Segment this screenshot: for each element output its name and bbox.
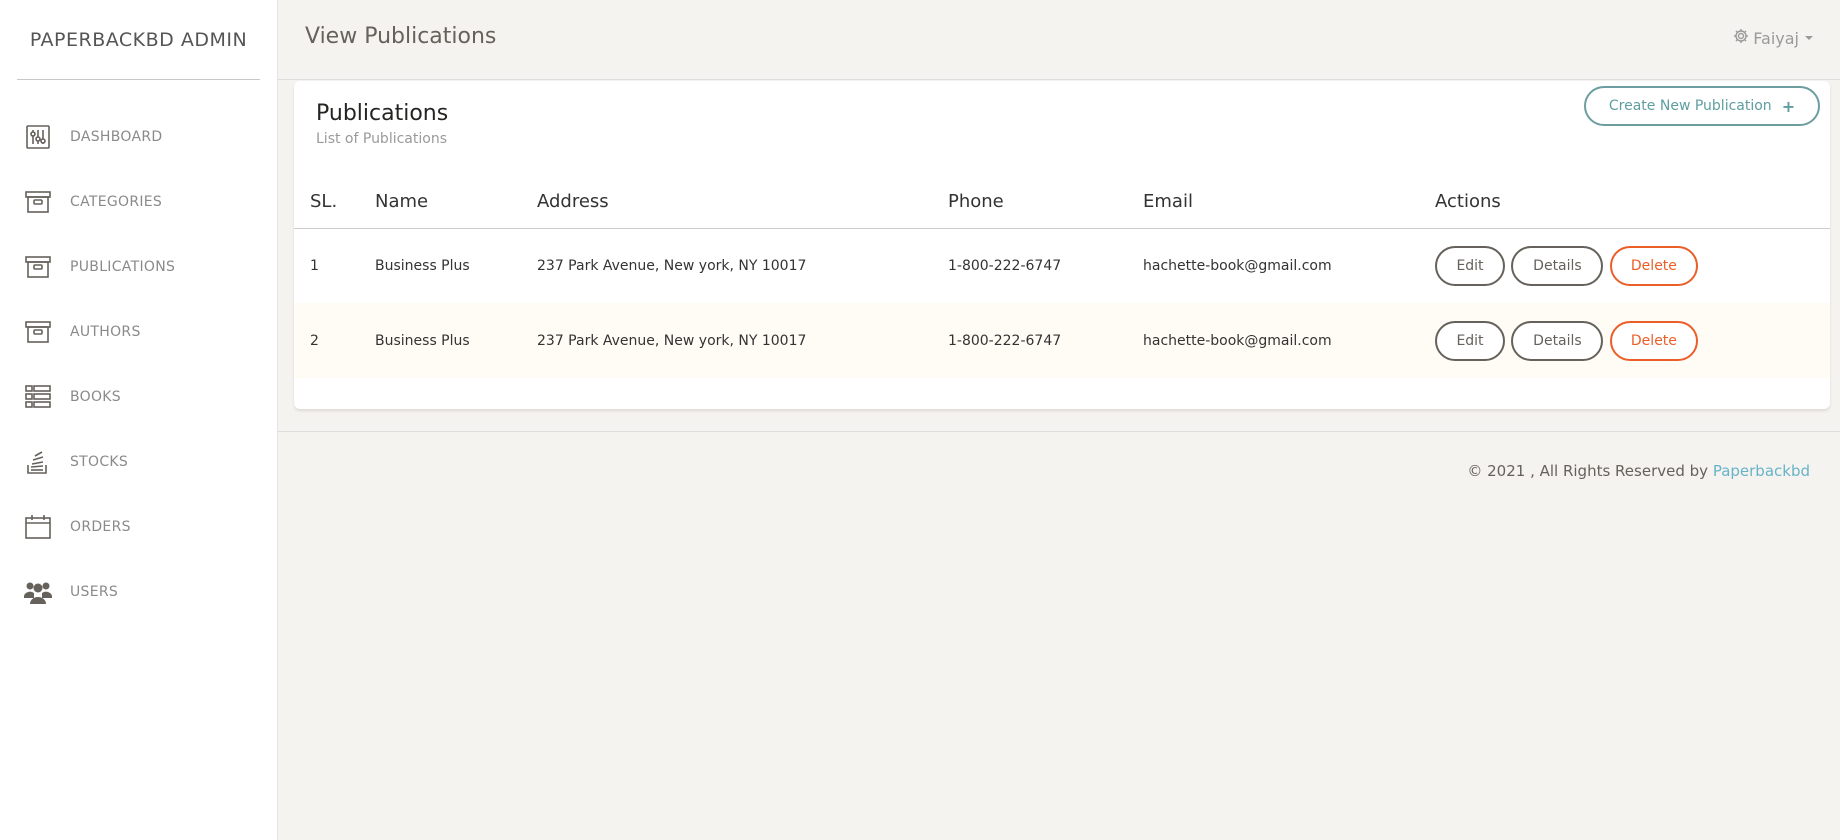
cell-actions: Edit Details Delete (1419, 228, 1830, 303)
table-header-row: SL. Name Address Phone Email Actions (294, 176, 1830, 229)
details-button[interactable]: Details (1511, 320, 1604, 361)
sidebar-item-label: ORDERS (70, 518, 131, 535)
column-header-phone: Phone (932, 176, 1127, 229)
sidebar-item-label: CATEGORIES (70, 193, 163, 210)
user-name: Faiyaj (1753, 28, 1799, 48)
cell-address: 237 Park Avenue, New york, NY 10017 (521, 303, 932, 378)
sidebar-item-dashboard[interactable]: DASHBOARD (0, 104, 277, 169)
footer: © 2021 , All Rights Reserved by Paperbac… (278, 431, 1840, 511)
sidebar-item-label: DASHBOARD (70, 128, 163, 145)
column-header-sl: SL. (294, 176, 359, 229)
footer-link[interactable]: Paperbackbd (1713, 462, 1810, 480)
gear-icon (1733, 28, 1749, 48)
edit-button[interactable]: Edit (1435, 245, 1505, 286)
cell-actions: Edit Details Delete (1419, 303, 1830, 378)
publications-card: Publications List of Publications Create… (294, 81, 1830, 409)
column-header-email: Email (1127, 176, 1419, 229)
sidebar-item-label: AUTHORS (70, 323, 141, 340)
copyright-label: © 2021 , All Rights Reserved by (1467, 462, 1709, 480)
stack-icon (24, 448, 52, 476)
sidebar-item-categories[interactable]: CATEGORIES (0, 169, 277, 234)
plus-icon: + (1781, 96, 1796, 116)
archive-icon (24, 318, 52, 346)
sidebar-item-users[interactable]: USERS (0, 559, 277, 624)
card-title: Publications (316, 101, 449, 126)
cell-email: hachette-book@gmail.com (1127, 303, 1419, 378)
publications-table: SL. Name Address Phone Email Actions 1 B… (294, 176, 1830, 378)
sidebar-item-authors[interactable]: AUTHORS (0, 299, 277, 364)
sidebar-item-label: STOCKS (70, 453, 129, 470)
table-row: 1 Business Plus 237 Park Avenue, New yor… (294, 228, 1830, 303)
delete-button[interactable]: Delete (1609, 245, 1698, 286)
edit-button[interactable]: Edit (1435, 320, 1505, 361)
column-header-actions: Actions (1419, 176, 1830, 229)
user-dropdown[interactable]: Faiyaj (1733, 28, 1813, 48)
cell-name: Business Plus (359, 303, 521, 378)
users-icon (24, 578, 52, 606)
cell-name: Business Plus (375, 257, 470, 274)
cell-sl: 2 (294, 303, 359, 378)
card-subtitle: List of Publications (316, 131, 447, 147)
create-publication-button[interactable]: Create New Publication + (1584, 86, 1820, 126)
cell-sl: 1 (310, 257, 319, 274)
list-icon (24, 383, 52, 411)
cell-email: hachette-book@gmail.com (1143, 257, 1332, 274)
top-navbar: View Publications Faiyaj (278, 0, 1840, 80)
sidebar-item-label: PUBLICATIONS (70, 258, 176, 275)
sidebar-item-label: BOOKS (70, 388, 121, 405)
sidebar-item-publications[interactable]: PUBLICATIONS (0, 234, 277, 299)
sliders-icon (24, 123, 52, 151)
sidebar-item-stocks[interactable]: STOCKS (0, 429, 277, 494)
cell-phone: 1-800-222-6747 (948, 257, 1062, 274)
details-button[interactable]: Details (1511, 245, 1604, 286)
chevron-down-icon (1805, 36, 1813, 40)
sidebar-item-books[interactable]: BOOKS (0, 364, 277, 429)
column-header-name: Name (359, 176, 521, 229)
sidebar-item-label: USERS (70, 583, 119, 600)
sidebar-item-orders[interactable]: ORDERS (0, 494, 277, 559)
cell-phone: 1-800-222-6747 (932, 303, 1127, 378)
calendar-icon (24, 513, 52, 541)
delete-button[interactable]: Delete (1609, 320, 1698, 361)
archive-icon (24, 253, 52, 281)
brand-logo[interactable]: PAPERBACKBD ADMIN (17, 0, 260, 80)
page-title: View Publications (305, 24, 497, 49)
cell-address: 237 Park Avenue, New york, NY 10017 (537, 257, 807, 274)
sidebar: PAPERBACKBD ADMIN DASHBOARD CATEGORIES P… (0, 0, 278, 840)
column-header-address: Address (521, 176, 932, 229)
archive-icon (24, 188, 52, 216)
sidebar-nav: DASHBOARD CATEGORIES PUBLICATIONS AUTHOR… (0, 104, 277, 624)
copyright-text: © 2021 , All Rights Reserved by Paperbac… (1467, 462, 1810, 480)
table-row: 2 Business Plus 237 Park Avenue, New yor… (294, 303, 1830, 378)
create-publication-label: Create New Publication (1608, 98, 1772, 114)
